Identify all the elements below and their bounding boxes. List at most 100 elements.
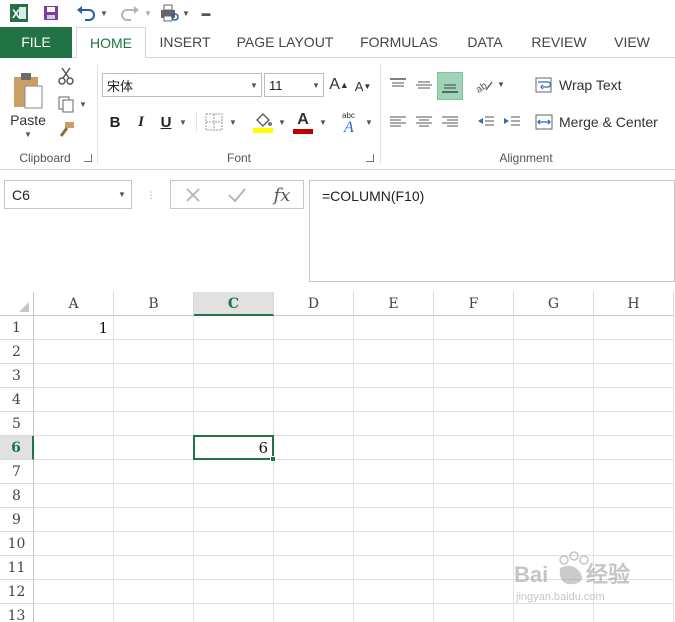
column-header-f[interactable]: F	[434, 292, 514, 316]
row-header-1[interactable]: 1	[0, 316, 34, 340]
cell-d11[interactable]	[274, 556, 354, 580]
cell-a12[interactable]	[34, 580, 114, 604]
cell-c10[interactable]	[194, 532, 274, 556]
copy-icon[interactable]	[55, 94, 77, 114]
row-header-9[interactable]: 9	[0, 508, 34, 532]
cell-d8[interactable]	[274, 484, 354, 508]
cell-d9[interactable]	[274, 508, 354, 532]
cell-h1[interactable]	[594, 316, 674, 340]
cell-h7[interactable]	[594, 460, 674, 484]
row-header-7[interactable]: 7	[0, 460, 34, 484]
fill-color-dropdown-icon[interactable]: ▼	[277, 114, 287, 130]
cell-c8[interactable]	[194, 484, 274, 508]
cancel-icon[interactable]	[178, 182, 208, 208]
clipboard-launcher-icon[interactable]	[84, 154, 92, 162]
cell-f4[interactable]	[434, 388, 514, 412]
phonetic-guide-icon[interactable]: abc A	[339, 108, 363, 136]
bold-button[interactable]: B	[104, 110, 126, 134]
cell-c5[interactable]	[194, 412, 274, 436]
cell-a6[interactable]	[34, 436, 114, 460]
cell-e3[interactable]	[354, 364, 434, 388]
fill-color-button[interactable]	[250, 108, 276, 136]
middle-align-icon[interactable]	[412, 72, 436, 98]
tab-data[interactable]: DATA	[456, 27, 514, 58]
cell-c9[interactable]	[194, 508, 274, 532]
top-align-icon[interactable]	[386, 72, 410, 98]
save-icon[interactable]	[40, 2, 62, 24]
cell-f1[interactable]	[434, 316, 514, 340]
column-header-h[interactable]: H	[594, 292, 674, 316]
cell-a3[interactable]	[34, 364, 114, 388]
underline-button[interactable]: U	[155, 110, 177, 134]
cell-c7[interactable]	[194, 460, 274, 484]
row-header-4[interactable]: 4	[0, 388, 34, 412]
cell-e13[interactable]	[354, 604, 434, 622]
cell-e8[interactable]	[354, 484, 434, 508]
borders-dropdown-icon[interactable]: ▼	[228, 114, 238, 130]
fill-handle[interactable]	[270, 456, 276, 462]
cell-d1[interactable]	[274, 316, 354, 340]
font-size-combo[interactable]: 11 ▼	[264, 73, 324, 97]
font-size-dropdown-icon[interactable]: ▼	[309, 81, 323, 90]
cell-f3[interactable]	[434, 364, 514, 388]
cell-b4[interactable]	[114, 388, 194, 412]
cell-e6[interactable]	[354, 436, 434, 460]
cell-c3[interactable]	[194, 364, 274, 388]
name-box-dropdown-icon[interactable]: ▼	[113, 190, 131, 199]
cell-d3[interactable]	[274, 364, 354, 388]
cell-a8[interactable]	[34, 484, 114, 508]
cell-c4[interactable]	[194, 388, 274, 412]
cell-c13[interactable]	[194, 604, 274, 622]
cell-b7[interactable]	[114, 460, 194, 484]
row-header-13[interactable]: 13	[0, 604, 34, 622]
cell-b11[interactable]	[114, 556, 194, 580]
cell-b12[interactable]	[114, 580, 194, 604]
underline-dropdown-icon[interactable]: ▼	[178, 114, 188, 130]
cell-a7[interactable]	[34, 460, 114, 484]
cell-g1[interactable]	[514, 316, 594, 340]
copy-dropdown-icon[interactable]: ▼	[78, 96, 88, 112]
cell-a13[interactable]	[34, 604, 114, 622]
cell-e11[interactable]	[354, 556, 434, 580]
paste-button[interactable]: Paste ▼	[6, 64, 50, 146]
cell-b8[interactable]	[114, 484, 194, 508]
customize-qat-icon[interactable]: ▬	[200, 2, 212, 24]
cell-b6[interactable]	[114, 436, 194, 460]
undo-dropdown-icon[interactable]: ▼	[99, 2, 109, 24]
cell-c12[interactable]	[194, 580, 274, 604]
cell-d4[interactable]	[274, 388, 354, 412]
italic-button[interactable]: I	[130, 110, 152, 134]
print-dropdown-icon[interactable]: ▼	[181, 2, 191, 24]
undo-icon[interactable]	[74, 2, 98, 24]
cell-f11[interactable]	[434, 556, 514, 580]
shrink-font-button[interactable]: A ▼	[352, 75, 374, 97]
cell-h6[interactable]	[594, 436, 674, 460]
row-header-10[interactable]: 10	[0, 532, 34, 556]
decrease-indent-icon[interactable]	[474, 110, 498, 134]
merge-center-button[interactable]: Merge & Center	[534, 109, 672, 135]
cell-d12[interactable]	[274, 580, 354, 604]
cell-d10[interactable]	[274, 532, 354, 556]
cell-c2[interactable]	[194, 340, 274, 364]
cell-f12[interactable]	[434, 580, 514, 604]
tab-view[interactable]: VIEW	[604, 27, 660, 58]
phonetic-dropdown-icon[interactable]: ▼	[364, 114, 374, 130]
cell-d13[interactable]	[274, 604, 354, 622]
column-header-b[interactable]: B	[114, 292, 194, 316]
cell-d5[interactable]	[274, 412, 354, 436]
cut-icon[interactable]	[55, 66, 77, 86]
tab-home[interactable]: HOME	[76, 27, 146, 59]
borders-icon[interactable]	[203, 110, 225, 134]
tab-file[interactable]: FILE	[0, 27, 72, 58]
cell-g6[interactable]	[514, 436, 594, 460]
row-header-12[interactable]: 12	[0, 580, 34, 604]
column-header-g[interactable]: G	[514, 292, 594, 316]
cell-f2[interactable]	[434, 340, 514, 364]
cell-e1[interactable]	[354, 316, 434, 340]
cell-e12[interactable]	[354, 580, 434, 604]
cell-h5[interactable]	[594, 412, 674, 436]
cell-e4[interactable]	[354, 388, 434, 412]
cell-d2[interactable]	[274, 340, 354, 364]
cell-a5[interactable]	[34, 412, 114, 436]
cell-b10[interactable]	[114, 532, 194, 556]
